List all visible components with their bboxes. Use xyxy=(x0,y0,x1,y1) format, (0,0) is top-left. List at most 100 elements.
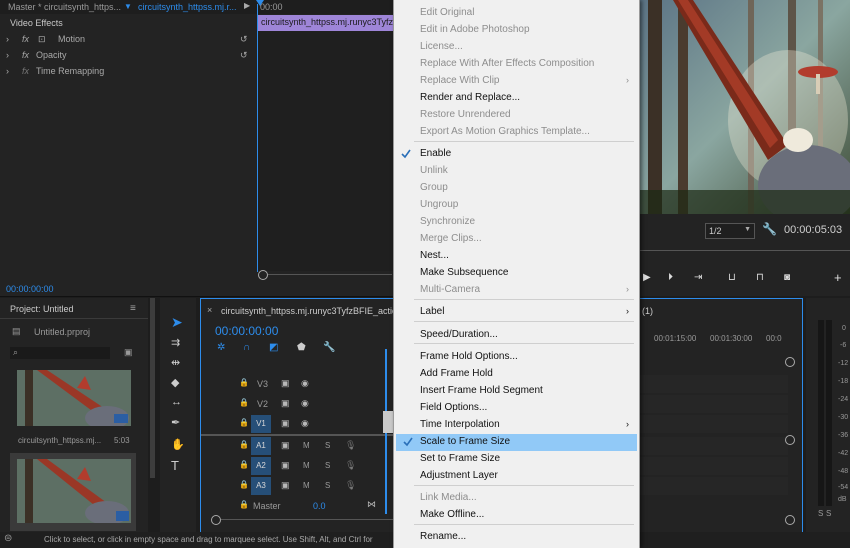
menu-item-render-and-replace[interactable]: Render and Replace... xyxy=(394,90,637,107)
snap-magnet-icon[interactable]: ∩ xyxy=(243,342,250,353)
add-button-icon[interactable]: + xyxy=(834,270,842,285)
menu-item-field-options[interactable]: Field Options... xyxy=(394,400,637,417)
nest-toggle-icon[interactable]: ✲ xyxy=(217,342,225,353)
lock-icon[interactable]: 🔒 xyxy=(239,440,249,449)
menu-item-scale-to-frame-size[interactable]: Scale to Frame Size xyxy=(396,434,637,451)
menu-item-speed-duration[interactable]: Speed/Duration... xyxy=(394,327,637,344)
expand-chevron-icon[interactable]: › xyxy=(6,66,9,76)
panel-menu-icon[interactable]: ≡ xyxy=(130,303,136,314)
lock-icon[interactable]: 🔒 xyxy=(239,460,249,469)
ripple-edit-tool-icon[interactable]: ⇹ xyxy=(171,356,180,369)
play-only-icon[interactable]: ▶ xyxy=(244,1,250,10)
timeline-zoom-bar[interactable] xyxy=(221,519,394,520)
scroll-handle-bottom[interactable] xyxy=(785,515,795,525)
track-a3[interactable]: 🔒 A3 ▣ M S 🎙 xyxy=(201,477,394,495)
track-lane-a3[interactable] xyxy=(638,477,788,495)
camera-icon[interactable]: ◙ xyxy=(784,272,790,283)
clip-thumbnail[interactable] xyxy=(17,370,131,426)
track-select-tool-icon[interactable]: ⇉ xyxy=(171,336,180,349)
menu-item-set-to-frame-size[interactable]: Set to Frame Size xyxy=(394,451,637,468)
menu-item-nest[interactable]: Nest... xyxy=(394,248,637,265)
sync-lock-icon[interactable]: ▣ xyxy=(281,418,290,429)
lock-icon[interactable]: 🔒 xyxy=(239,418,249,427)
eye-icon[interactable]: ◉ xyxy=(301,398,309,409)
go-to-out-icon[interactable]: ⇥ xyxy=(694,272,702,283)
menu-item-label[interactable]: Label › xyxy=(394,304,637,321)
solo-left-button[interactable]: S xyxy=(818,509,823,518)
sync-lock-icon[interactable]: ▣ xyxy=(281,460,290,471)
solo-button[interactable]: S xyxy=(325,461,330,470)
lift-icon[interactable]: ⊔ xyxy=(728,272,736,283)
microphone-icon[interactable]: 🎙 xyxy=(345,480,356,491)
track-lane-a1[interactable] xyxy=(638,437,788,455)
menu-item-adjustment-layer[interactable]: Adjustment Layer xyxy=(394,468,637,485)
menu-item-frame-hold-options[interactable]: Frame Hold Options... xyxy=(394,349,637,366)
lock-icon[interactable]: 🔒 xyxy=(239,500,249,509)
effect-row-motion[interactable]: › fx ⊡ Motion ↺ xyxy=(0,32,257,48)
effect-row-opacity[interactable]: › fx Opacity ↺ xyxy=(0,48,257,64)
sync-lock-icon[interactable]: ▣ xyxy=(281,440,290,451)
track-target-a1[interactable]: A1 xyxy=(251,437,271,455)
zoom-select[interactable]: 1/2 ▼ xyxy=(705,223,755,239)
track-target-a2[interactable]: A2 xyxy=(251,457,271,475)
sequence-tab[interactable]: circuitsynth_httpss.mj.runyc3TyfzBFIE_ac… xyxy=(221,306,415,316)
menu-item-time-interpolation[interactable]: Time Interpolation › xyxy=(394,417,637,434)
track-v2[interactable]: 🔒 V2 ▣ ◉ xyxy=(201,395,394,413)
ec-keyframe-area[interactable] xyxy=(257,31,393,271)
fx-icon[interactable]: fx xyxy=(22,50,29,60)
menu-item-make-subsequence[interactable]: Make Subsequence xyxy=(394,265,637,282)
reset-icon[interactable]: ↺ xyxy=(240,34,248,45)
clip-name[interactable]: circuitsynth_httpss.mj... xyxy=(18,436,101,445)
program-timecode[interactable]: 00:00:05:03 xyxy=(784,224,842,236)
timeline-settings-icon[interactable]: 🔧 xyxy=(323,342,335,353)
lock-icon[interactable]: 🔒 xyxy=(239,480,249,489)
track-master[interactable]: 🔒 Master 0.0 ⋈ xyxy=(201,497,394,515)
microphone-icon[interactable]: 🎙 xyxy=(345,440,356,451)
step-forward-icon[interactable]: ⏵ xyxy=(668,272,673,283)
track-target-v1[interactable]: V1 xyxy=(251,415,271,433)
scroll-handle-top[interactable] xyxy=(785,357,795,367)
selection-tool-icon[interactable]: ➤ xyxy=(171,314,183,331)
slip-tool-icon[interactable]: ↔ xyxy=(171,396,182,408)
scroll-handle-middle[interactable] xyxy=(785,435,795,445)
master-volume[interactable]: 0.0 xyxy=(313,501,326,511)
solo-right-button[interactable]: S xyxy=(826,509,831,518)
new-bin-icon[interactable]: ▣ xyxy=(124,347,133,358)
menu-item-make-offline[interactable]: Make Offline... xyxy=(394,507,637,524)
timeline-timecode[interactable]: 00:00:00:00 xyxy=(215,324,278,338)
ec-zoom-handle[interactable] xyxy=(258,270,268,280)
pen-tool-icon[interactable]: ✒ xyxy=(171,416,180,429)
ec-playhead-marker-icon[interactable] xyxy=(256,0,264,6)
motion-transform-icon[interactable]: ⊡ xyxy=(38,34,46,45)
track-a1[interactable]: 🔒 A1 ▣ M S 🎙 xyxy=(201,437,394,455)
type-tool-icon[interactable]: T xyxy=(171,458,179,473)
track-lane-v3[interactable] xyxy=(638,375,788,393)
effect-row-time-remapping[interactable]: › fx Time Remapping xyxy=(0,64,257,80)
ec-timecode[interactable]: 00:00:00:00 xyxy=(6,284,54,294)
timeline-zoom-handle[interactable] xyxy=(211,515,221,525)
track-lane-v2[interactable] xyxy=(638,395,788,413)
play-icon[interactable]: ▶ xyxy=(643,272,651,283)
solo-button[interactable]: S xyxy=(325,481,330,490)
menu-item-enable[interactable]: Enable xyxy=(394,146,637,163)
menu-item-add-frame-hold[interactable]: Add Frame Hold xyxy=(394,366,637,383)
microphone-icon[interactable]: 🎙 xyxy=(345,460,356,471)
tab-dropdown-icon[interactable]: ▼ xyxy=(124,2,132,11)
track-target-a3[interactable]: A3 xyxy=(251,477,271,495)
timeline-tracks-area[interactable]: (1) 00:01:15:00 00:01:30:00 00:0 xyxy=(638,298,803,534)
linked-selection-icon[interactable]: ◩ xyxy=(269,342,278,353)
sync-lock-icon[interactable]: ▣ xyxy=(281,398,290,409)
mute-button[interactable]: M xyxy=(303,481,310,490)
track-divider[interactable] xyxy=(201,434,394,436)
track-v1[interactable]: 🔒 V1 ▣ ◉ xyxy=(201,415,394,433)
eye-icon[interactable]: ◉ xyxy=(301,378,309,389)
razor-tool-icon[interactable]: ◆ xyxy=(171,376,179,389)
track-v3[interactable]: 🔒 V3 ▣ ◉ xyxy=(201,375,394,393)
sync-lock-icon[interactable]: ▣ xyxy=(281,480,290,491)
solo-button[interactable]: S xyxy=(325,441,330,450)
mute-button[interactable]: M xyxy=(303,461,310,470)
lock-icon[interactable]: 🔒 xyxy=(239,398,249,407)
ec-playhead[interactable] xyxy=(257,4,258,272)
menu-item-insert-frame-hold-segment[interactable]: Insert Frame Hold Segment xyxy=(394,383,637,400)
expand-chevron-icon[interactable]: › xyxy=(6,50,9,60)
